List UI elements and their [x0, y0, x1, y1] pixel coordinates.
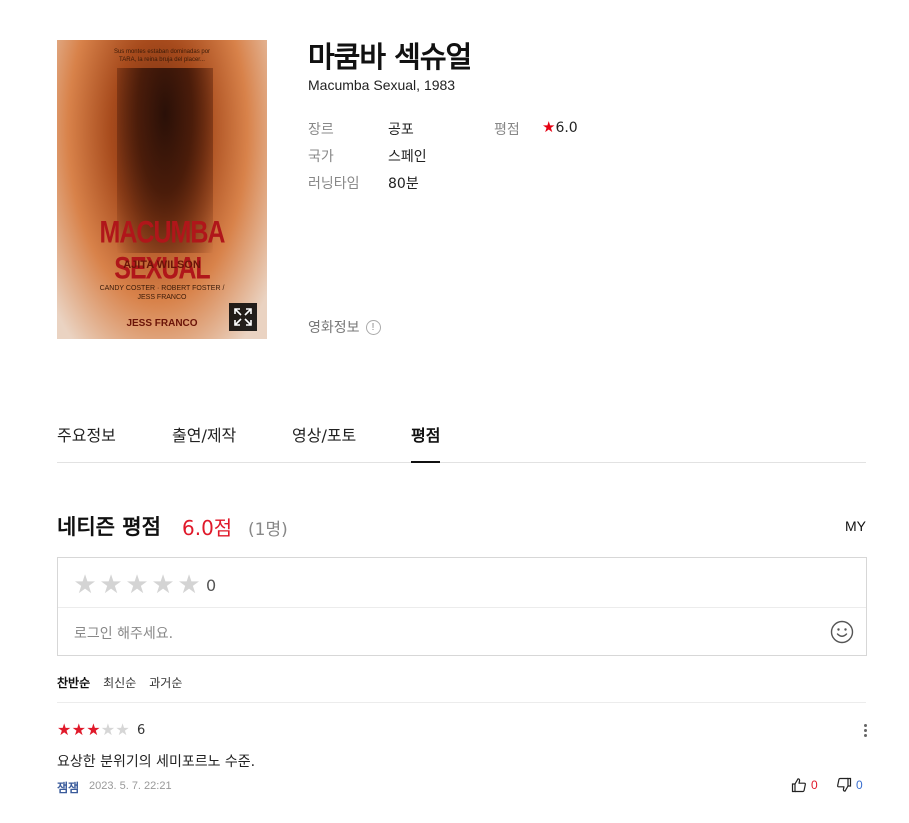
star-icon: ★: [115, 720, 130, 739]
like-button[interactable]: 0: [791, 777, 818, 793]
sort-options: 찬반순 최신순 과거순: [57, 674, 182, 691]
tab-cast-crew[interactable]: 출연/제작: [172, 422, 236, 463]
genre-value: 공포: [388, 122, 414, 138]
netizen-rating-score: 6.0점: [182, 516, 233, 540]
comment-stars: ★ ★ ★ ★ ★ 6: [57, 721, 145, 739]
netizen-rating-title: 네티즌 평점: [57, 515, 161, 539]
genre-label: 장르: [308, 122, 334, 138]
star-icon[interactable]: ★: [98, 570, 124, 600]
star-icon[interactable]: ★: [176, 570, 202, 600]
poster-tagline: Sus montes estaban dominadas por TARA, l…: [113, 49, 211, 63]
dislike-count: 0: [856, 778, 863, 792]
star-icon: ★: [542, 118, 556, 136]
movie-info-label: 영화정보: [308, 320, 360, 336]
more-icon-dot: [863, 729, 867, 732]
sort-by-newest[interactable]: 최신순: [103, 674, 136, 691]
rating-value: 6.0: [555, 120, 578, 136]
comment-score: 6: [136, 722, 146, 738]
emoji-button[interactable]: [830, 620, 854, 648]
movie-poster[interactable]: Sus montes estaban dominadas por TARA, l…: [57, 40, 267, 339]
star-icon: ★: [57, 720, 72, 739]
more-options-button[interactable]: [860, 724, 870, 740]
thumbs-up-icon: [791, 778, 806, 793]
divider: [58, 607, 866, 608]
movie-title: 마쿰바 섹슈얼: [308, 40, 472, 74]
star-icon: ★: [86, 720, 101, 739]
comment-date: 2023. 5. 7. 22:21: [89, 780, 172, 792]
like-count: 0: [811, 778, 818, 792]
country-value: 스페인: [388, 149, 427, 165]
tab-rating[interactable]: 평점: [411, 422, 441, 463]
star-icon[interactable]: ★: [150, 570, 176, 600]
star-icon: ★: [71, 720, 86, 739]
input-score: 0: [206, 575, 217, 595]
rating-label: 평점: [494, 122, 520, 138]
comment-author[interactable]: 잼잼: [57, 779, 79, 796]
tab-main-info[interactable]: 주요정보: [57, 422, 116, 463]
runtime-value: 80분: [388, 176, 419, 192]
poster-cast: CANDY COSTER · ROBERT FOSTER / JESS FRAN…: [99, 285, 225, 301]
poster-star-name: AJITA WILSON: [123, 259, 201, 271]
star-rating-input[interactable]: ★ ★ ★ ★ ★ 0: [72, 570, 216, 600]
expand-poster-button[interactable]: [229, 303, 257, 331]
comment-text: 요상한 분위기의 세미포르노 수준.: [57, 754, 256, 770]
expand-icon: [234, 308, 252, 326]
tab-video-photo[interactable]: 영상/포토: [292, 422, 356, 463]
netizen-rating-count: (1명): [248, 520, 288, 540]
runtime-label: 러닝타임: [308, 176, 360, 192]
star-icon: ★: [100, 720, 116, 739]
sort-by-oldest[interactable]: 과거순: [149, 674, 182, 691]
more-icon: [863, 724, 867, 727]
rating-input-box: ★ ★ ★ ★ ★ 0 로그인 해주세요.: [57, 557, 867, 656]
movie-subtitle: Macumba Sexual, 1983: [308, 77, 456, 93]
dislike-button[interactable]: 0: [836, 777, 863, 793]
rating-summary: ★6.0: [542, 118, 578, 136]
smiley-icon: [830, 620, 854, 644]
poster-title: MACUMBA SEXUAL: [99, 214, 226, 286]
star-icon[interactable]: ★: [72, 570, 98, 600]
my-rating-button[interactable]: MY: [845, 518, 866, 534]
divider: [57, 702, 866, 703]
tab-bar: 주요정보 출연/제작 영상/포토 평점: [57, 420, 866, 463]
thumbs-down-icon: [837, 777, 852, 792]
country-label: 국가: [308, 149, 334, 165]
comment-input[interactable]: 로그인 해주세요.: [74, 623, 173, 643]
more-icon-dot: [863, 734, 867, 737]
star-icon[interactable]: ★: [124, 570, 150, 600]
info-icon: !: [365, 319, 381, 335]
sort-by-likes[interactable]: 찬반순: [57, 674, 90, 691]
movie-info-link[interactable]: 영화정보 !: [308, 317, 381, 337]
